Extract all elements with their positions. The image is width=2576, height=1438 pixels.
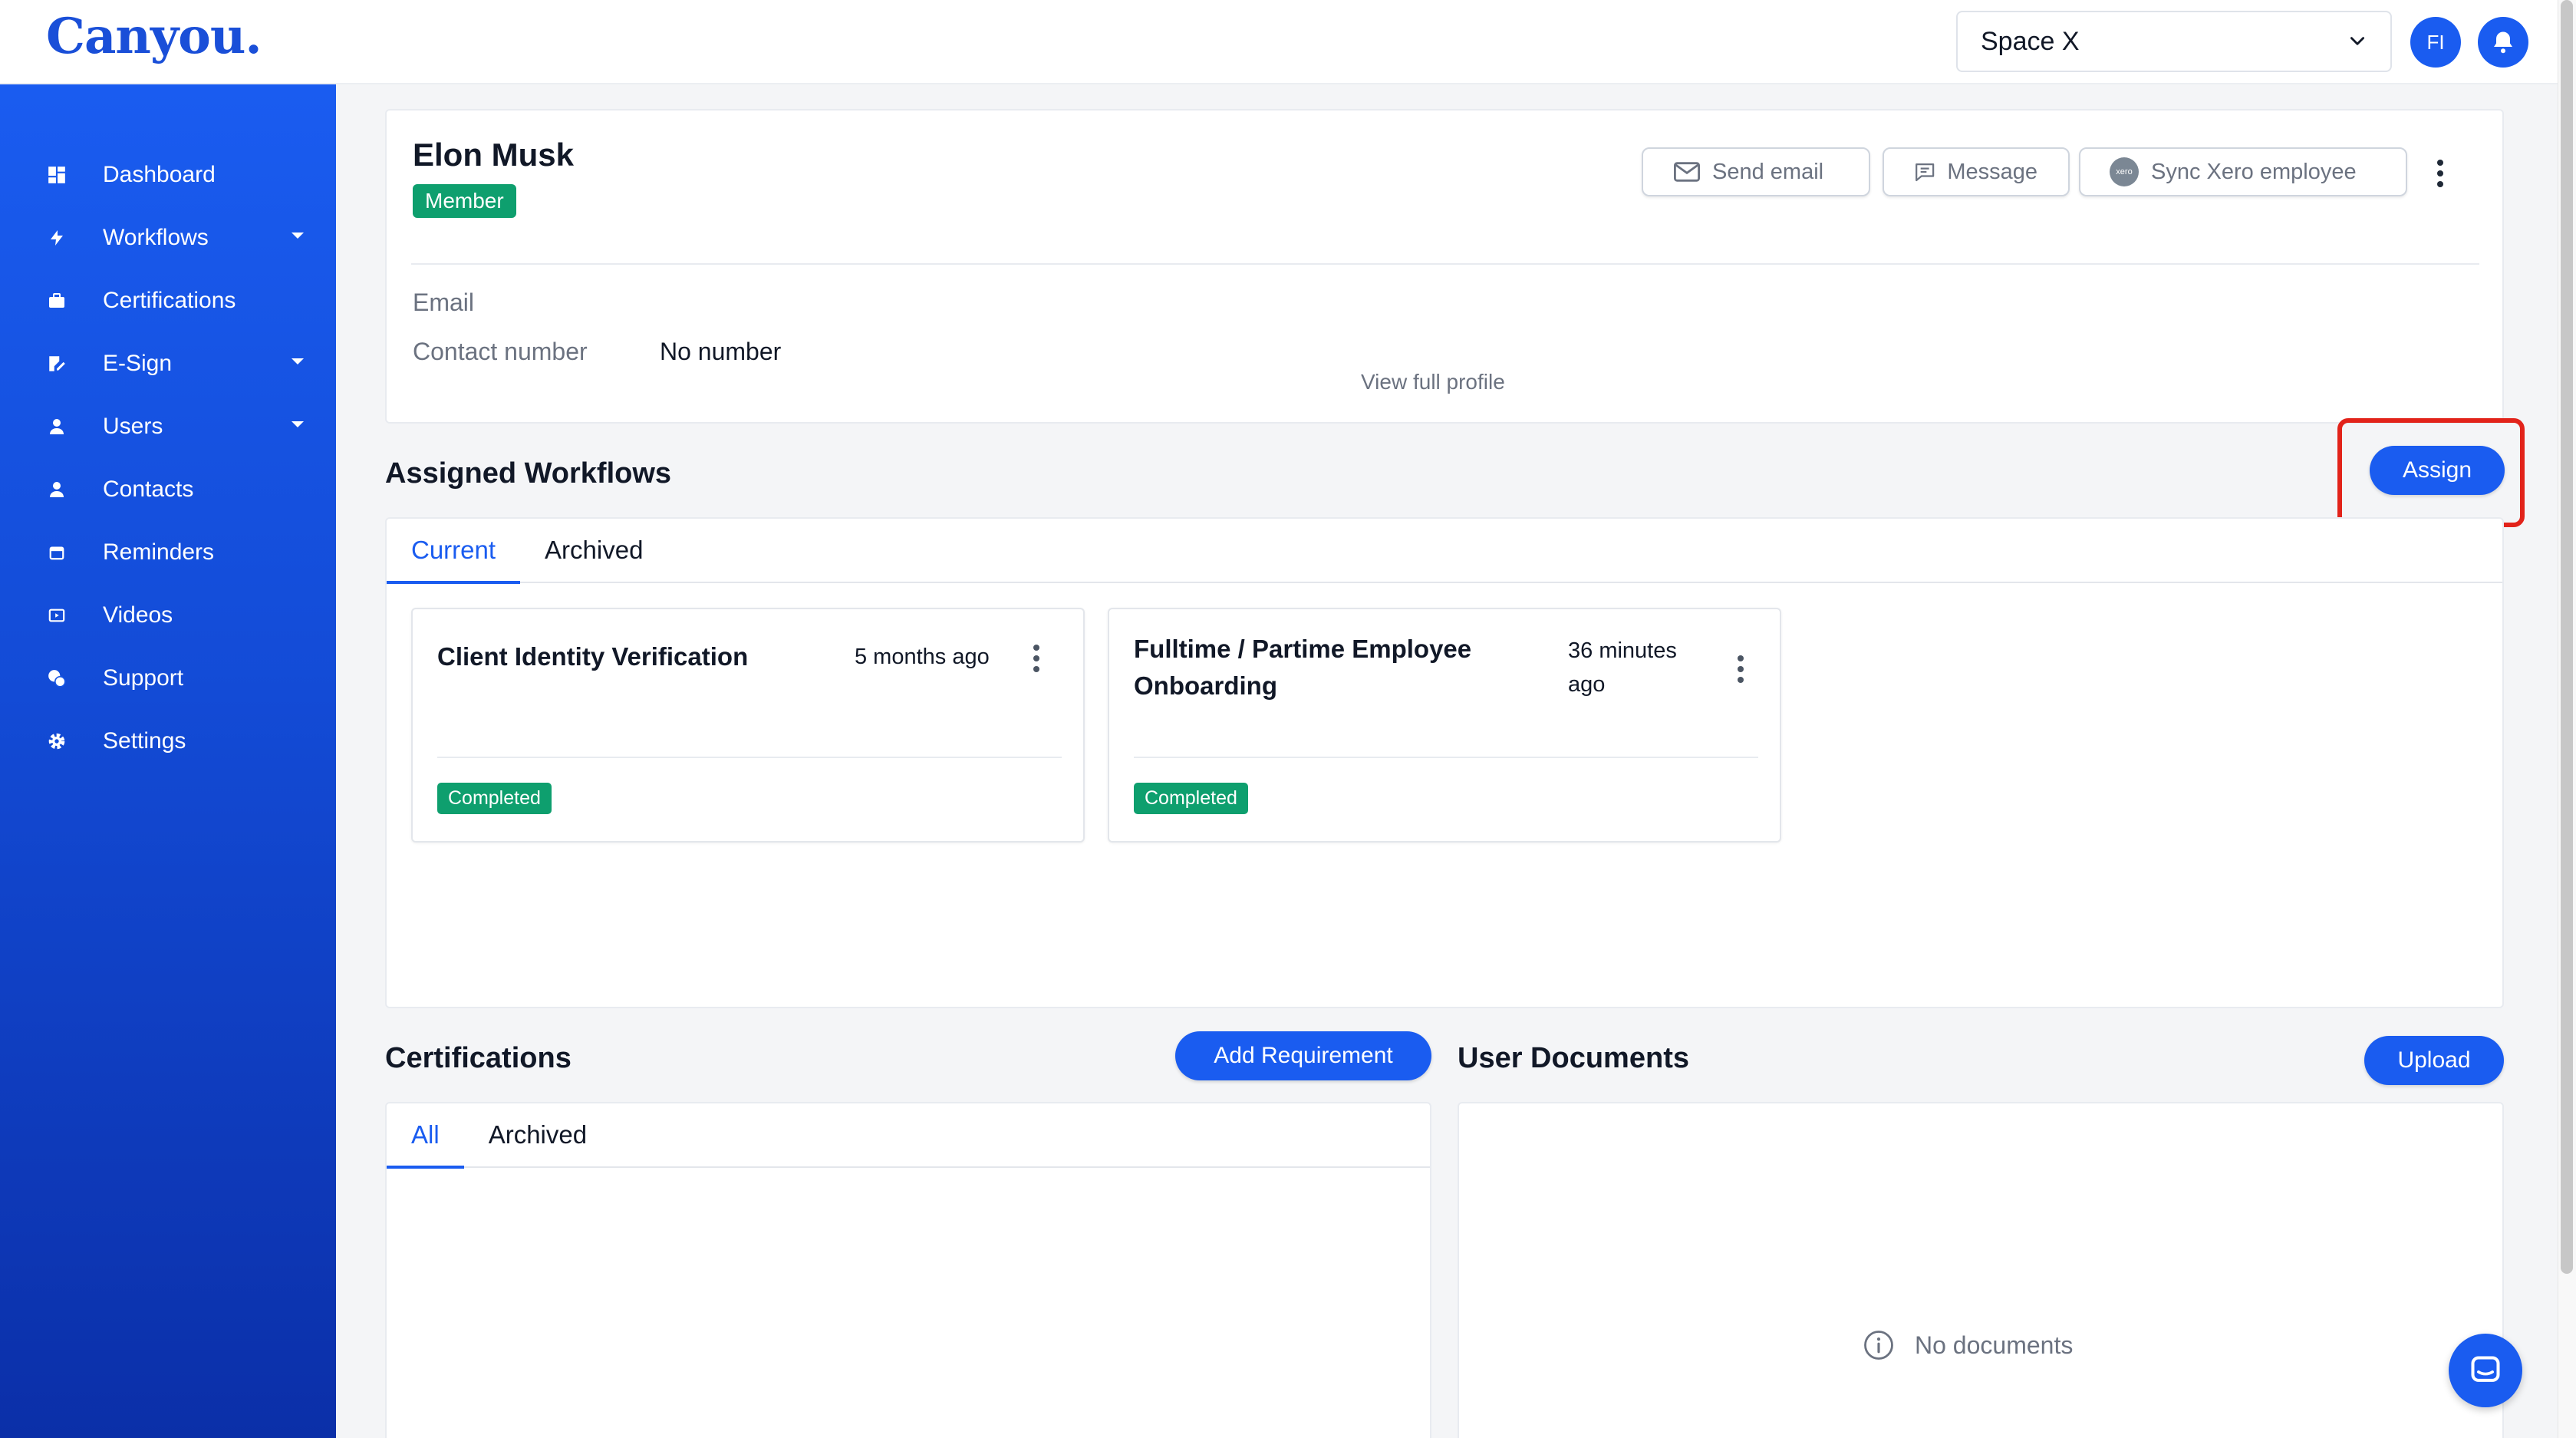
status-badge: Completed: [1134, 783, 1248, 814]
sidebar-item-label: Settings: [103, 728, 186, 754]
sidebar-item-label: Dashboard: [103, 162, 216, 187]
workflow-card-divider: [437, 757, 1062, 758]
sidebar-item-contacts[interactable]: Contacts: [0, 463, 336, 516]
profile-divider: [411, 263, 2479, 265]
space-selector-value: Space X: [1981, 26, 2080, 56]
sidebar-item-label: Users: [103, 414, 163, 439]
assign-highlight-box: [2337, 418, 2525, 527]
dashboard-icon: [46, 164, 68, 186]
sidebar-item-label: Contacts: [103, 477, 194, 502]
workflows-panel: Current Archived Client Identity Verific…: [385, 517, 2504, 1008]
workflow-card-menu-icon[interactable]: [1737, 655, 1744, 683]
add-requirement-button[interactable]: Add Requirement: [1175, 1031, 1431, 1080]
chevron-down-icon: [2350, 37, 2364, 45]
sync-xero-button[interactable]: xero Sync Xero employee: [2079, 147, 2407, 196]
role-badge: Member: [413, 184, 516, 218]
send-email-button[interactable]: Send email: [1642, 147, 1870, 196]
no-documents-message: No documents: [1863, 1329, 2073, 1361]
sidebar-item-settings[interactable]: Settings: [0, 714, 336, 768]
contact-number-value: No number: [660, 338, 782, 365]
user-documents-title: User Documents: [1458, 1042, 1689, 1074]
sidebar-item-esign[interactable]: E-Sign: [0, 337, 336, 391]
top-bar: Canyou. Space X FI: [0, 0, 2576, 84]
view-full-profile-link[interactable]: View full profile: [1361, 370, 1505, 394]
video-icon: [46, 605, 68, 626]
workflow-card-time: 5 months ago: [855, 645, 990, 669]
caret-down-icon: [292, 233, 304, 239]
sidebar-item-label: Certifications: [103, 288, 236, 313]
sidebar-item-label: Reminders: [103, 539, 215, 565]
sidebar-item-videos[interactable]: Videos: [0, 589, 336, 642]
scrollbar-thumb[interactable]: [2561, 0, 2573, 1274]
workflow-card-title: Client Identity Verification: [437, 642, 749, 671]
info-icon: [1864, 1331, 1893, 1360]
workflow-card-menu-icon[interactable]: [1033, 645, 1040, 672]
signature-icon: [46, 353, 68, 374]
lightning-icon: [46, 227, 68, 249]
email-label: Email: [413, 289, 475, 316]
tab-all[interactable]: All: [387, 1103, 464, 1169]
tab-archived[interactable]: Archived: [464, 1103, 611, 1167]
no-documents-text: No documents: [1915, 1331, 2074, 1359]
canyou-logo[interactable]: Canyou.: [46, 8, 262, 65]
workflow-card-time: 36 minutes ago: [1568, 638, 1677, 697]
message-label: Message: [1947, 159, 2037, 184]
sidebar-item-dashboard[interactable]: Dashboard: [0, 148, 336, 202]
contact-icon: [46, 479, 68, 500]
upload-button[interactable]: Upload: [2364, 1036, 2504, 1085]
workflow-card[interactable]: Client Identity Verification 5 months ag…: [411, 608, 1085, 843]
workflow-tabs: Current Archived: [387, 518, 2502, 584]
sidebar-item-support[interactable]: Support: [0, 651, 336, 705]
page-scrollbar[interactable]: [2558, 0, 2576, 1438]
user-avatar[interactable]: FI: [2410, 17, 2461, 68]
sidebar-item-reminders[interactable]: Reminders: [0, 526, 336, 579]
bell-icon: [2494, 31, 2512, 54]
sidebar: Dashboard Workflows Certifications E-Sig…: [0, 84, 336, 1438]
workflow-card-title: Fulltime / Partime Employee Onboarding: [1134, 635, 1472, 700]
assigned-workflows-title: Assigned Workflows: [385, 457, 672, 490]
briefcase-icon: [46, 290, 68, 312]
chat-icon: [2471, 1356, 2500, 1382]
space-selector[interactable]: Space X: [1956, 11, 2392, 72]
chat-support-button[interactable]: [2449, 1334, 2522, 1407]
user-icon: [46, 416, 68, 437]
sidebar-item-certifications[interactable]: Certifications: [0, 274, 336, 328]
more-options-icon[interactable]: [2436, 160, 2444, 187]
sync-xero-label: Sync Xero employee: [2151, 159, 2357, 184]
caret-down-icon: [292, 358, 304, 364]
contact-number-label: Contact number: [413, 338, 588, 365]
workflow-card-divider: [1134, 757, 1758, 758]
profile-name: Elon Musk: [413, 137, 575, 173]
message-icon: [1916, 163, 1935, 182]
xero-logo-icon: xero: [2110, 157, 2139, 186]
user-documents-panel: [1458, 1102, 2504, 1438]
tab-archived[interactable]: Archived: [520, 518, 667, 582]
sidebar-item-label: Workflows: [103, 225, 209, 250]
sidebar-item-label: E-Sign: [103, 351, 173, 376]
sidebar-item-label: Videos: [103, 602, 173, 628]
calendar-icon: [46, 542, 68, 563]
certification-tabs: All Archived: [387, 1103, 1430, 1169]
support-icon: [46, 668, 68, 689]
workflow-card[interactable]: Fulltime / Partime Employee Onboarding 3…: [1108, 608, 1781, 843]
gear-icon: [46, 731, 68, 752]
certifications-panel: All Archived: [385, 1102, 1431, 1438]
send-email-label: Send email: [1712, 159, 1824, 184]
certifications-title: Certifications: [385, 1042, 572, 1074]
tab-current[interactable]: Current: [387, 518, 521, 584]
sidebar-item-workflows[interactable]: Workflows: [0, 211, 336, 265]
sidebar-item-users[interactable]: Users: [0, 400, 336, 453]
caret-down-icon: [292, 421, 304, 427]
profile-card: Elon Musk Member Send email Message xero…: [385, 109, 2504, 424]
sidebar-item-label: Support: [103, 665, 184, 691]
message-button[interactable]: Message: [1883, 147, 2070, 196]
mail-icon: [1674, 162, 1700, 182]
notifications-button[interactable]: [2478, 17, 2528, 68]
status-badge: Completed: [437, 783, 552, 814]
